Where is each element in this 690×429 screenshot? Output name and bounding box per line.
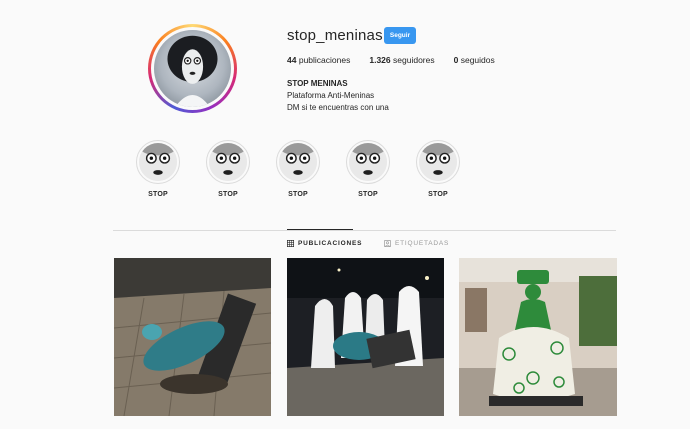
posts-label: publicaciones [298, 55, 351, 65]
highlight-label: STOP [148, 191, 168, 198]
highlight-ring [276, 140, 320, 184]
grid-icon [287, 240, 294, 247]
highlight-cover [349, 143, 387, 181]
bio-line-2: DM si te encuentras con una [287, 103, 389, 112]
post-image-green-menina [459, 258, 617, 416]
active-tab-indicator [287, 229, 353, 230]
highlight-cover [139, 143, 177, 181]
bio-name: STOP MENINAS [287, 79, 348, 88]
following-label: seguidos [460, 55, 495, 65]
tab-publicaciones-label: PUBLICACIONES [298, 240, 363, 247]
following-count: 0 [453, 55, 459, 65]
following-stat[interactable]: 0 seguidos [454, 55, 495, 65]
highlight-ring [416, 140, 460, 184]
followers-count: 1.326 [369, 55, 391, 65]
post-thumbnail[interactable] [114, 258, 271, 416]
tab-etiquetadas-label: ETIQUETADAS [395, 240, 450, 247]
profile-stats: 44 publicaciones 1.326 seguidores 0 segu… [287, 55, 514, 65]
profile-username: stop_meninas [287, 27, 383, 44]
highlight-label: STOP [428, 191, 448, 198]
bio-line-1: Plataforma Anti-Meninas [287, 91, 375, 100]
highlight-ring [346, 140, 390, 184]
menina-eyes-image [419, 143, 457, 181]
menina-face-image [167, 35, 218, 107]
followers-label: seguidores [393, 55, 435, 65]
highlight-label: STOP [218, 191, 238, 198]
menina-eyes-image [139, 143, 177, 181]
avatar-border [151, 27, 234, 110]
highlight-ring [206, 140, 250, 184]
tabs-divider [113, 230, 616, 231]
highlight-item[interactable]: STOP [135, 140, 181, 198]
highlight-label: STOP [288, 191, 308, 198]
tagged-icon [384, 240, 391, 247]
highlight-cover [419, 143, 457, 181]
post-image-fallen-statue [114, 258, 271, 416]
highlight-item[interactable]: STOP [205, 140, 251, 198]
story-highlights: STOP STOP STOP STOP STOP [135, 140, 465, 202]
post-thumbnail[interactable] [459, 258, 617, 416]
tab-publicaciones[interactable]: PUBLICACIONES [287, 240, 362, 247]
menina-eyes-image [349, 143, 387, 181]
highlight-label: STOP [358, 191, 378, 198]
posts-stat: 44 publicaciones [287, 55, 350, 65]
avatar-image [154, 30, 231, 107]
follow-button[interactable]: Seguir [384, 27, 416, 44]
followers-stat[interactable]: 1.326 seguidores [369, 55, 434, 65]
post-image-ghosts [287, 258, 444, 416]
menina-eyes-image [279, 143, 317, 181]
highlight-ring [136, 140, 180, 184]
highlight-cover [209, 143, 247, 181]
menina-eyes-image [209, 143, 247, 181]
profile-bio: STOP MENINAS Plataforma Anti-Meninas DM … [287, 78, 389, 114]
post-thumbnail[interactable] [287, 258, 444, 416]
tab-etiquetadas[interactable]: ETIQUETADAS [384, 240, 449, 247]
highlight-item[interactable]: STOP [275, 140, 321, 198]
profile-avatar[interactable] [148, 24, 237, 113]
highlight-item[interactable]: STOP [415, 140, 461, 198]
highlight-cover [279, 143, 317, 181]
posts-count: 44 [287, 55, 297, 65]
highlight-item[interactable]: STOP [345, 140, 391, 198]
